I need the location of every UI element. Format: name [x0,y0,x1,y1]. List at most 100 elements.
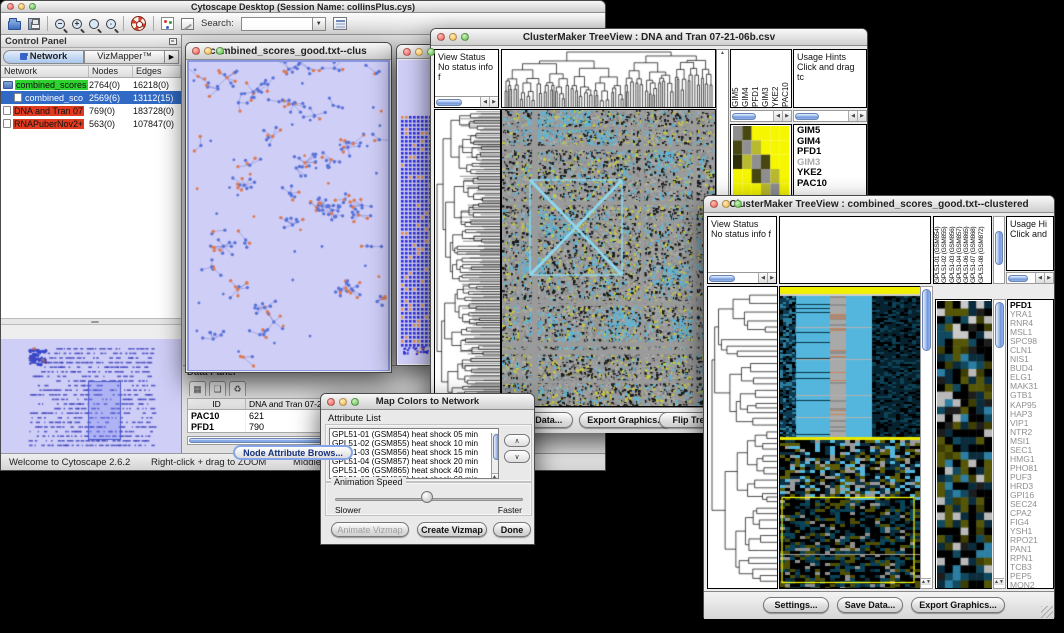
delete-attribute-icon[interactable] [229,381,246,396]
zoom-window-icon[interactable] [29,3,36,10]
gene-label[interactable]: KAP95 [1010,401,1053,410]
vizmapper-icon[interactable] [161,17,174,30]
network-row[interactable]: DNA and Tran 07 769(0) 183728(0) [1,104,181,117]
scroll-right-icon[interactable] [1044,273,1053,283]
gene-label[interactable]: GIM5 [797,126,866,137]
column-dendrogram-pane[interactable] [501,49,716,108]
window-controls[interactable] [403,48,435,56]
gene-label[interactable]: HMG1 [1010,455,1053,464]
column-edges[interactable]: Edges [133,66,181,77]
birdseye-canvas[interactable] [4,341,177,452]
gene-label[interactable]: SPC98 [1010,337,1053,346]
minimize-icon[interactable] [18,3,25,10]
main-title-bar[interactable]: Cytoscape Desktop (Session Name: collins… [1,1,605,13]
scroll-left-icon[interactable] [758,273,767,283]
scroll-right-icon[interactable] [782,111,791,121]
zoom-hscrollbar[interactable] [730,110,792,122]
zoom-heatmap-pane[interactable] [935,299,992,589]
treeview-dna-title-bar[interactable]: ClusterMaker TreeView : DNA and Tran 07-… [431,29,867,46]
tab-network[interactable]: Network [3,50,84,64]
attribute-item[interactable]: GPL51-03 (GSM856) heat shock 15 min [332,448,498,457]
scrollbar-thumb[interactable] [493,434,499,460]
hints-hscrollbar[interactable] [793,110,867,122]
gene-label[interactable]: MAK31 [1010,382,1053,391]
minimize-icon[interactable] [722,200,730,208]
hints-hscrollbar[interactable] [1006,272,1054,284]
scroll-down-icon[interactable] [999,578,1004,585]
minimize-icon[interactable] [415,48,423,56]
dialog-title-bar[interactable]: Map Colors to Network [321,394,534,410]
resize-grip[interactable] [1041,606,1053,618]
tab-vizmapper[interactable]: VizMapper™ [84,50,165,64]
node-attribute-browser-button[interactable]: Node Attribute Brows... [233,445,353,460]
scrollbar-thumb[interactable] [732,113,756,120]
search-input[interactable] [241,17,313,31]
dialog-button[interactable]: Create Vizmap [417,522,487,537]
dialog-button[interactable]: Animate Vizmap [331,522,409,537]
network-row[interactable]: combined_scores 2764(0) 16218(0) [1,78,181,91]
gene-label[interactable]: MSL1 [1010,328,1053,337]
close-icon[interactable] [192,47,200,55]
close-icon[interactable] [437,33,445,41]
treeview-button[interactable]: Save Data... [837,597,903,613]
gene-label[interactable]: NIS1 [1010,355,1053,364]
gene-label[interactable]: NTR2 [1010,428,1053,437]
heatmap-pane[interactable] [501,109,716,407]
scroll-left-icon[interactable] [1035,273,1044,283]
scrollbar-thumb[interactable] [922,289,931,351]
gene-label[interactable]: PFD1 [1010,301,1053,310]
gene-label[interactable]: PEP5 [1010,572,1053,581]
view-status-scrollbar[interactable] [435,96,498,107]
window-controls[interactable] [710,200,742,208]
network-row[interactable]: RNAPuberNov2+ 563(0) 107847(0) [1,117,181,130]
gene-label[interactable]: PUF3 [1010,473,1053,482]
gene-label[interactable]: YSH1 [1010,527,1053,536]
save-session-icon[interactable] [28,18,40,30]
attribute-list-vscrollbar[interactable] [491,433,499,479]
scrollbar-thumb[interactable] [709,275,735,282]
attribute-item[interactable]: GPL51-02 (GSM855) heat shock 10 min [332,439,498,448]
row-dendrogram-pane[interactable] [707,286,778,589]
window-controls[interactable] [327,398,359,406]
gene-label[interactable]: VIP1 [1010,419,1053,428]
help-icon[interactable] [131,16,146,31]
attribute-item[interactable]: GPL51-01 (GSM854) heat shock 05 min [332,430,498,439]
gene-label[interactable]: FIG4 [1010,518,1053,527]
scroll-right-icon[interactable] [857,111,866,121]
gene-label[interactable]: CPA2 [1010,509,1053,518]
zoom-selected-icon[interactable] [89,19,99,29]
open-session-icon[interactable] [8,21,21,30]
row-dendrogram-pane[interactable] [434,109,501,407]
scroll-left-icon[interactable] [848,111,857,121]
gene-label[interactable]: CLN1 [1010,346,1053,355]
heatmap-vscrollbar[interactable] [920,286,933,589]
birdseye-view[interactable] [1,339,181,455]
minimize-icon[interactable] [204,47,212,55]
column-network[interactable]: Network [1,66,89,77]
attribute-item[interactable]: GPL51-06 (GSM865) heat shock 40 min [332,466,498,475]
gene-label[interactable]: PFD1 [797,147,866,158]
float-panel-icon[interactable] [169,38,177,45]
zoom-vscrollbar[interactable] [993,299,1006,589]
gene-label[interactable]: PAC10 [797,179,866,190]
network-graph-canvas[interactable] [189,62,388,370]
gene-label[interactable]: RPO21 [1010,536,1053,545]
treeview-combined-title-bar[interactable]: ClusterMaker TreeView : combined_scores_… [704,196,1054,213]
scrollbar-thumb[interactable] [995,231,1003,265]
treeview-button[interactable]: Export Graphics... [911,597,1005,613]
minimize-icon[interactable] [449,33,457,41]
gene-label[interactable]: HAP3 [1010,410,1053,419]
gene-label[interactable]: SEC24 [1010,500,1053,509]
create-attribute-icon[interactable] [209,381,226,396]
scroll-left-icon[interactable] [773,111,782,121]
gene-label[interactable]: YKE2 [797,168,866,179]
speed-slider-thumb[interactable] [421,491,433,503]
tabs-overflow-button[interactable] [165,50,179,64]
attribute-browser-icon[interactable] [333,17,347,30]
scroll-down-icon[interactable] [926,578,931,585]
gene-label[interactable]: TCB3 [1010,563,1053,572]
scrollbar-thumb[interactable] [995,302,1004,348]
close-icon[interactable] [7,3,14,10]
gene-label[interactable]: GTB1 [1010,391,1053,400]
search-dropdown-icon[interactable] [313,17,326,31]
